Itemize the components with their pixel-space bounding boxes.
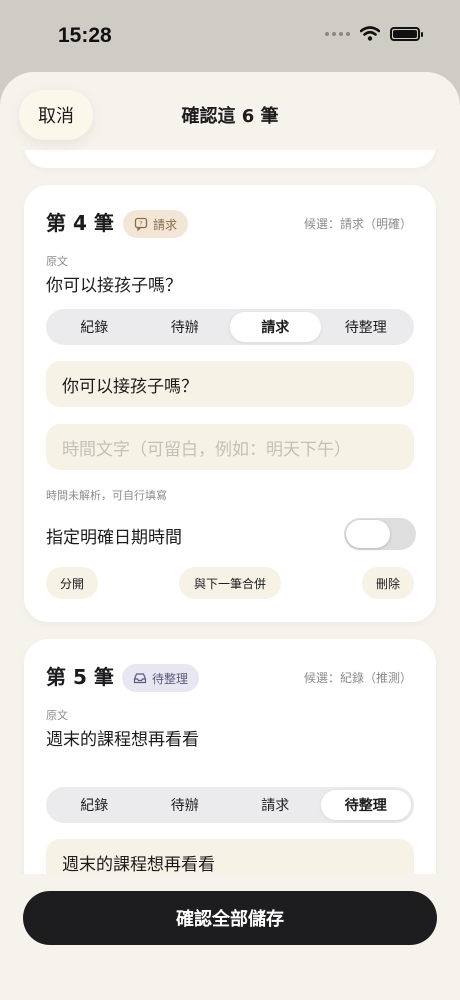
segment-record[interactable]: 紀錄: [49, 790, 140, 820]
candidate-label: 候選：請求（明確）: [303, 217, 412, 231]
sheet-header: 取消 確認這 6 筆: [0, 72, 460, 158]
type-badge: 待整理: [122, 664, 200, 692]
original-label: 原文: [46, 709, 68, 722]
segment-pending[interactable]: 待整理: [321, 312, 412, 342]
status-time: 15:28: [58, 24, 112, 47]
status-icons: [325, 26, 423, 41]
split-button[interactable]: 分開: [46, 567, 98, 599]
original-label: 原文: [46, 255, 68, 268]
explicit-datetime-label: 指定明確日期時間: [46, 528, 182, 548]
merge-next-button[interactable]: 與下一筆合併: [179, 567, 281, 599]
type-badge-label: 請求: [153, 217, 178, 232]
time-hint: 時間未解析，可自行填寫: [46, 489, 167, 502]
time-text-field[interactable]: 時間文字（可留白，例如：明天下午）: [46, 424, 414, 470]
sheet-title: 確認這 6 筆: [181, 106, 279, 127]
svg-text:?: ?: [139, 220, 142, 228]
candidate-label: 候選：紀錄（推測）: [303, 671, 412, 685]
toggle-knob: [346, 520, 390, 548]
type-segmented-control: 紀錄 待辦 請求 待整理: [46, 787, 414, 823]
save-all-button[interactable]: 確認全部儲存: [23, 891, 437, 945]
speech-bubble-icon: ?: [134, 217, 148, 231]
entry-card-5: 第 5 筆 待整理 候選：紀錄（推測） 原文 週末的課程想再看看 紀錄 待辦 請…: [24, 639, 436, 874]
segment-todo[interactable]: 待辦: [140, 790, 231, 820]
status-bar: 15:28: [0, 0, 460, 72]
content-field[interactable]: 週末的課程想再看看: [46, 839, 414, 874]
type-segmented-control: 紀錄 待辦 請求 待整理: [46, 309, 414, 345]
segment-todo[interactable]: 待辦: [140, 312, 231, 342]
type-badge: ? 請求: [123, 210, 189, 238]
segment-request[interactable]: 請求: [230, 790, 321, 820]
battery-icon: [390, 26, 423, 41]
segment-pending[interactable]: 待整理: [320, 790, 411, 820]
delete-button[interactable]: 刪除: [362, 567, 414, 599]
explicit-datetime-toggle[interactable]: [344, 518, 416, 550]
cellular-signal-icon: [325, 31, 350, 36]
entry-title: 第 4 筆: [46, 211, 114, 235]
type-badge-label: 待整理: [152, 671, 189, 686]
segment-request[interactable]: 請求: [230, 312, 321, 342]
content-field[interactable]: 你可以接孩子嗎？: [46, 361, 414, 407]
inbox-tray-icon: [133, 673, 147, 684]
segment-record[interactable]: 紀錄: [49, 312, 140, 342]
entry-title: 第 5 筆: [46, 665, 114, 689]
original-text: 你可以接孩子嗎？: [46, 276, 182, 296]
confirm-sheet: 第 4 筆 ? 請求 候選：請求（明確） 原文 你可以接孩子嗎？ 紀錄 待辦 請…: [0, 72, 460, 1000]
entry-card-4: 第 4 筆 ? 請求 候選：請求（明確） 原文 你可以接孩子嗎？ 紀錄 待辦 請…: [24, 185, 436, 622]
entries-list[interactable]: 第 4 筆 ? 請求 候選：請求（明確） 原文 你可以接孩子嗎？ 紀錄 待辦 請…: [0, 150, 460, 874]
wifi-icon: [360, 26, 380, 41]
original-text: 週末的課程想再看看: [46, 730, 199, 750]
